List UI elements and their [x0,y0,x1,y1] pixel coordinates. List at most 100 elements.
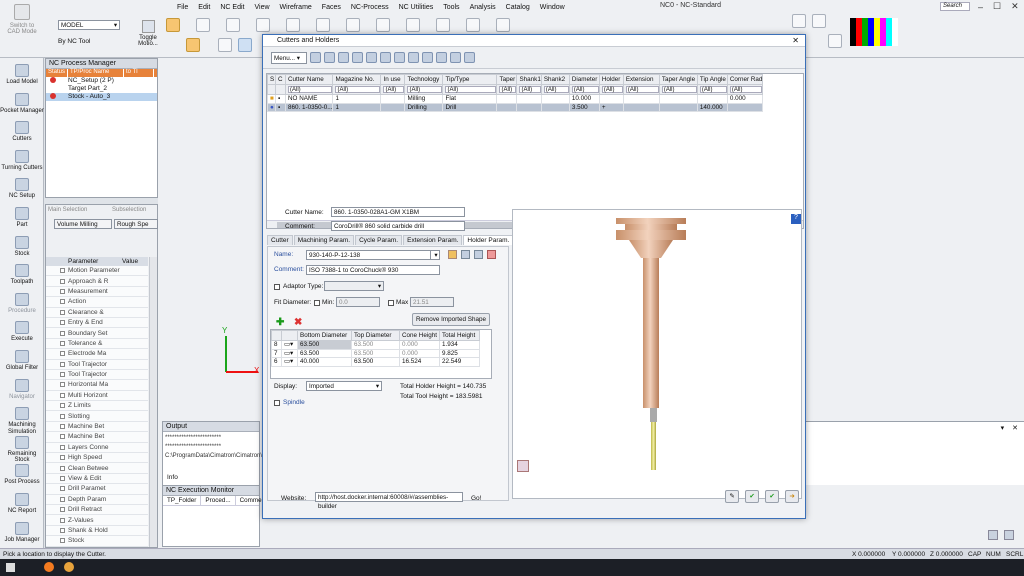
filter-cell[interactable]: (All) [658,84,698,95]
parameter-row[interactable]: Tool Trajector [46,369,148,381]
ribbon-tool-icon[interactable] [376,18,390,32]
parameter-row[interactable]: Drill Retract [46,504,148,516]
ok-icon[interactable]: ✔ [745,490,759,503]
tool-icon[interactable] [436,52,447,63]
parameter-row[interactable]: Shank & Hold [46,525,148,537]
column-filter[interactable]: (All) [661,86,697,93]
maximize-icon[interactable]: ☐ [993,1,1001,12]
app-icon[interactable] [64,562,74,572]
filter-cell[interactable]: (All) [516,84,542,95]
switch-cad-button[interactable]: Switch to CAD Mode [4,4,40,48]
holder-name-select[interactable]: 930-140-P-12-138 [306,250,432,260]
adaptor-select[interactable]: ▾ [324,281,384,291]
menu-item[interactable]: View [253,4,270,11]
column-header[interactable]: Taper [496,74,518,85]
parameter-row[interactable]: Layers Conne [46,442,148,454]
segment-cell[interactable]: 9.825 [439,348,480,358]
menu-item[interactable]: Faces [321,4,342,11]
apply-icon[interactable]: ✎ [725,490,739,503]
segment-cell[interactable]: 22.549 [439,357,480,367]
parameter-row[interactable]: Depth Param [46,494,148,505]
column-filter[interactable]: (All) [699,86,727,93]
delete-segment-icon[interactable]: ✖ [294,317,302,328]
tool-icon[interactable] [380,52,391,63]
left-toolbar-button[interactable]: NC Setup [0,178,44,200]
ribbon-tool-icon[interactable] [166,18,180,32]
minimize-icon[interactable]: – [978,2,983,12]
tool-icon[interactable] [450,52,461,63]
segment-row[interactable]: 7 ▭▾ 63.500 63.500 0.000 9.825 [271,348,480,358]
menu-item[interactable]: Wireframe [279,4,313,11]
filter-cell[interactable]: (All) [622,84,660,95]
expand-icon[interactable] [60,382,65,388]
filter-cell[interactable]: (All) [598,84,624,95]
display-select[interactable]: Imported ▾ [306,381,382,391]
column-filter[interactable]: (All) [729,86,763,93]
parameter-row[interactable]: Z Limits [46,401,148,412]
segment-cell[interactable]: 0.000 [399,340,440,350]
filter-cell[interactable]: (All) [332,84,382,95]
parameter-row[interactable]: Z-Values [46,515,148,526]
model-select[interactable]: MODEL ▾ [58,20,120,30]
parameter-row[interactable]: Multi Horizont [46,390,148,402]
left-toolbar-button[interactable]: Cutters [0,121,44,143]
left-toolbar-button[interactable]: Navigator [0,378,44,401]
holder-tool-icon[interactable] [448,250,457,259]
column-header[interactable]: In use [380,74,406,85]
website-field[interactable]: http://host.docker.internal:60008/#/asse… [315,492,463,510]
min-checkbox[interactable] [314,299,320,306]
max-checkbox[interactable] [388,299,394,306]
max-field[interactable]: 21.51 [410,297,454,307]
column-header[interactable]: S [267,74,276,85]
column-filter[interactable]: (All) [571,86,599,93]
exec-column-header[interactable]: TP_Folder [163,496,202,505]
menu-item[interactable]: File [176,4,189,11]
apply-check-icon[interactable]: ✔ [765,490,779,503]
segment-row[interactable]: 8 ▭▾ 63.500 63.500 0.000 1.934 [271,340,480,350]
expand-icon[interactable] [60,444,65,450]
subselection-value[interactable]: Rough Spe [114,219,158,229]
exec-column-header[interactable]: Proced... [201,496,236,505]
menu-item[interactable]: Analysis [469,4,497,11]
process-row[interactable]: Stock - Auto_3 [46,92,157,101]
holder-tool-icon[interactable] [461,250,470,259]
menu-item[interactable]: Catalog [505,4,531,11]
expand-icon[interactable] [60,434,65,440]
parameter-row[interactable]: Measurement [46,286,148,298]
ribbon-tool-icon[interactable] [346,18,360,32]
holder-name-dropdown[interactable]: ▾ [430,250,440,260]
parameter-row[interactable]: Action [46,297,148,308]
expand-icon[interactable] [60,486,65,492]
expand-icon[interactable] [60,517,65,523]
tool-icon[interactable] [324,52,335,63]
tool-icon[interactable] [366,52,377,63]
segment-cell[interactable]: 63.500 [297,340,352,350]
table-row[interactable]: ● ▪ 860. 1-0350-0... 1 Drilling Drill 3.500 +14… [267,102,764,112]
ribbon-tool-icon[interactable] [286,18,300,32]
column-header[interactable]: Taper Angle [658,74,698,85]
filter-cell[interactable]: (All) [380,84,406,95]
windows-start-icon[interactable] [6,563,15,572]
parameter-row[interactable]: Tool Trajector [46,359,148,370]
column-header[interactable]: Corner Rad [726,74,764,85]
filter-cell[interactable]: (All) [404,84,444,95]
segment-cell[interactable]: 63.500 [351,357,400,367]
left-toolbar-button[interactable]: Stock [0,235,44,258]
expand-icon[interactable] [60,372,65,378]
menu-item[interactable]: NC-Process [350,4,390,11]
parameter-row[interactable]: Machine Bet [46,421,148,433]
left-toolbar-button[interactable]: Global Filter [0,350,44,372]
segment-cell[interactable]: 63.500 [351,340,400,350]
expand-icon[interactable] [60,496,65,502]
expand-icon[interactable] [60,268,65,274]
left-toolbar-button[interactable]: Remaining Stock [0,435,44,464]
tool-icon[interactable] [464,52,475,63]
column-filter[interactable]: (All) [335,86,381,93]
comment-field[interactable]: CoroDrill® 860 solid carbide drill [331,221,465,231]
parameter-row[interactable]: Tolerance & [46,338,148,350]
segment-cell[interactable]: 63.500 [297,348,352,358]
exit-icon[interactable]: ➜ [785,490,799,503]
tab[interactable]: Cutter [267,235,293,245]
left-toolbar-button[interactable]: Load Model [0,64,44,86]
column-filter[interactable]: (All) [601,86,623,93]
